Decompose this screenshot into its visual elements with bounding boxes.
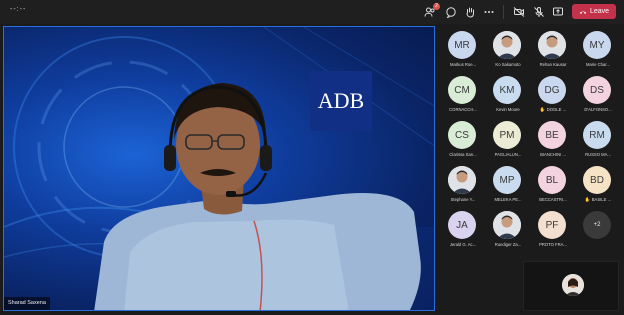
- participant-tile[interactable]: DG ✋ DOGLE ...: [531, 73, 575, 117]
- participant-tile[interactable]: Rehan Kausar: [531, 28, 575, 72]
- participant-name: Ko Sakamoto: [495, 62, 521, 67]
- share-button[interactable]: [551, 5, 565, 19]
- main-video-stage[interactable]: ADB Sharad Saxena: [3, 26, 435, 311]
- raise-hand-icon: [466, 7, 474, 18]
- self-view[interactable]: [523, 261, 619, 311]
- person-photo-icon: [538, 31, 566, 59]
- participant-tile[interactable]: Stephane Y...: [441, 163, 485, 207]
- participant-photo: [493, 211, 521, 239]
- participant-name: D'ALFONSO...: [584, 107, 612, 112]
- camera-toggle[interactable]: [512, 5, 526, 19]
- participant-tile[interactable]: CM CORNACCH...: [441, 73, 485, 117]
- hang-up-icon: [579, 10, 587, 14]
- presenter-name-tag: Sharad Saxena: [4, 297, 50, 310]
- more-icon: [484, 11, 494, 13]
- participant-name: CORNACCH...: [449, 107, 477, 112]
- participant-initials: JA: [448, 211, 476, 239]
- leave-button[interactable]: Leave: [572, 4, 616, 19]
- participant-initials: CS: [448, 121, 476, 149]
- participant-photo: [538, 31, 566, 59]
- person-photo-icon: [493, 211, 521, 239]
- participant-initials: MY: [583, 31, 611, 59]
- participant-name: BECCASTRI...: [539, 197, 567, 202]
- participant-initials: PM: [493, 121, 521, 149]
- more-participants-tile[interactable]: +2: [576, 208, 620, 252]
- participant-tile[interactable]: MR Markus Roe...: [441, 28, 485, 72]
- participant-tile[interactable]: KM Kevin Moore: [486, 73, 530, 117]
- participant-initials: DS: [583, 76, 611, 104]
- adb-logo: ADB: [310, 71, 372, 131]
- participants-badge: 2: [433, 3, 440, 10]
- participant-initials: RM: [583, 121, 611, 149]
- toolbar-divider: [503, 5, 504, 19]
- participant-initials: MR: [448, 31, 476, 59]
- more-actions-button[interactable]: [482, 5, 496, 19]
- participant-name: Clarissa San...: [449, 152, 477, 157]
- self-avatar: [562, 274, 584, 296]
- leave-label: Leave: [589, 8, 610, 15]
- participant-tile[interactable]: BE BIANCHINI ...: [531, 118, 575, 162]
- participant-name: ✋ DOGLE ...: [539, 107, 567, 112]
- participant-name: MELEKA PE...: [494, 197, 522, 202]
- share-screen-icon: [553, 7, 563, 16]
- mic-off-icon: [534, 7, 544, 17]
- more-participants-count: +2: [583, 211, 611, 239]
- participant-tile[interactable]: CS Clarissa San...: [441, 118, 485, 162]
- people-button[interactable]: 2: [423, 3, 440, 19]
- person-photo-icon: [448, 166, 476, 194]
- participant-name: BIANCHINI ...: [540, 152, 566, 157]
- reactions-button[interactable]: [463, 5, 477, 19]
- participant-tile[interactable]: BL BECCASTRI...: [531, 163, 575, 207]
- chat-icon: [446, 7, 456, 18]
- participant-tile[interactable]: PF PROTO FRA...: [531, 208, 575, 252]
- participant-tile[interactable]: MP MELEKA PE...: [486, 163, 530, 207]
- participant-tile[interactable]: Ko Sakamoto: [486, 28, 530, 72]
- participant-tile[interactable]: JA Jerald G. Ac...: [441, 208, 485, 252]
- participant-initials: BD: [583, 166, 611, 194]
- participant-name: Stephane Y...: [450, 197, 476, 202]
- teams-meeting-window: --:-- 2 Leave ADB Sharad Saxena MR Marku…: [0, 0, 624, 315]
- participant-initials: BE: [538, 121, 566, 149]
- video-feed: [4, 27, 434, 310]
- participant-name: Marie Char...: [586, 62, 610, 67]
- participant-tile[interactable]: RM RUSSO MA...: [576, 118, 620, 162]
- participant-name: ✋ BASILE ...: [584, 197, 612, 202]
- participant-tile[interactable]: PM PAGLIALUN...: [486, 118, 530, 162]
- participant-initials: PF: [538, 211, 566, 239]
- participant-initials: DG: [538, 76, 566, 104]
- participant-initials: CM: [448, 76, 476, 104]
- participant-initials: BL: [538, 166, 566, 194]
- participant-tile[interactable]: Ruediger Za...: [486, 208, 530, 252]
- participant-name: Rehan Kausar: [539, 62, 567, 67]
- participant-tile[interactable]: MY Marie Char...: [576, 28, 620, 72]
- raised-hand-icon: ✋: [584, 197, 592, 202]
- participant-tile[interactable]: BD ✋ BASILE ...: [576, 163, 620, 207]
- participant-initials: KM: [493, 76, 521, 104]
- meeting-toolbar: --:-- 2 Leave: [0, 0, 624, 24]
- participant-photo: [448, 166, 476, 194]
- chat-button[interactable]: [444, 5, 458, 19]
- participant-name: Kevin Moore: [496, 107, 520, 112]
- meeting-timer: --:--: [10, 6, 27, 13]
- mic-toggle[interactable]: [532, 5, 546, 19]
- participant-name: PROTO FRA...: [539, 242, 567, 247]
- participant-initials: MP: [493, 166, 521, 194]
- participant-name: RUSSO MA...: [585, 152, 611, 157]
- participant-photo: [493, 31, 521, 59]
- participant-name: PAGLIALUN...: [494, 152, 522, 157]
- participant-name: Ruediger Za...: [494, 242, 522, 247]
- participant-name: Markus Roe...: [449, 62, 477, 67]
- raised-hand-icon: ✋: [539, 107, 547, 112]
- participant-name: Jerald G. Ac...: [449, 242, 477, 247]
- participant-tile[interactable]: DS D'ALFONSO...: [576, 73, 620, 117]
- camera-off-icon: [513, 7, 525, 17]
- person-photo-icon: [562, 274, 584, 296]
- person-photo-icon: [493, 31, 521, 59]
